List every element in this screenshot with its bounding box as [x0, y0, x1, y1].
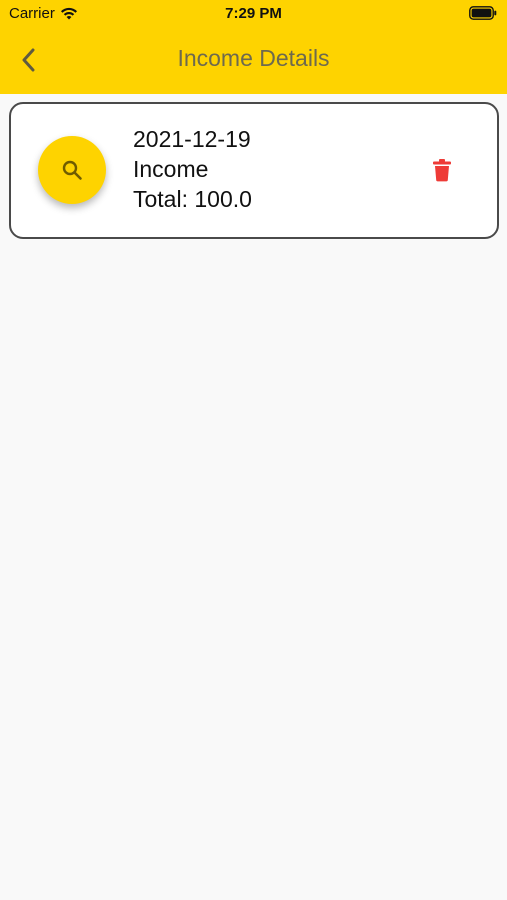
status-time: 7:29 PM	[225, 5, 282, 22]
status-bar: Carrier 7:29 PM	[0, 0, 507, 28]
trash-icon	[433, 159, 451, 182]
search-icon	[62, 160, 82, 180]
record-date: 2021-12-19	[133, 126, 251, 152]
record-type: Income	[133, 156, 209, 182]
income-record-card: 2021-12-19 Income Total: 100.0	[9, 102, 499, 239]
battery-icon	[469, 6, 497, 20]
delete-record-button[interactable]	[427, 155, 457, 185]
view-record-button[interactable]	[38, 136, 106, 204]
record-total: Total: 100.0	[133, 186, 252, 212]
page-title: Income Details	[177, 45, 330, 71]
record-details: 2021-12-19 Income Total: 100.0	[133, 124, 252, 214]
